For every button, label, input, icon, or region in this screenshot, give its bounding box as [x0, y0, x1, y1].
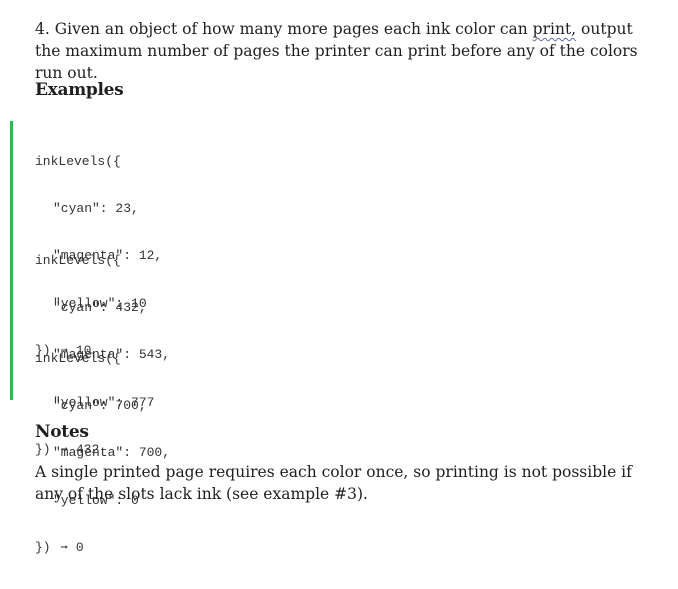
problem-number: 4.: [35, 20, 50, 38]
code-line: "cyan": 23,: [53, 200, 139, 216]
spellcheck-word: print,: [532, 20, 577, 38]
problem-statement: 4. Given an object of how many more page…: [35, 18, 655, 84]
examples-code-block: inkLevels({ "cyan": 23, "magenta": 12, "…: [10, 121, 413, 555]
code-open: inkLevels({: [35, 252, 121, 268]
code-open: inkLevels({: [35, 350, 121, 366]
code-close-line: }) ➞ 0: [35, 540, 170, 557]
notes-heading: Notes: [35, 422, 89, 442]
code-line: "magenta": 700,: [53, 445, 171, 461]
code-line: "cyan": 700,: [53, 397, 147, 413]
code-open: inkLevels({: [35, 153, 121, 169]
examples-heading: Examples: [35, 80, 124, 100]
example-result: 0: [75, 540, 84, 556]
problem-text-before: Given an object of how many more pages e…: [54, 20, 528, 38]
code-close: }): [35, 540, 51, 556]
example-3: inkLevels({ "cyan": 700, "magenta": 700,…: [35, 319, 170, 589]
code-line: "cyan": 432,: [53, 299, 147, 315]
arrow-icon: ➞: [60, 541, 68, 556]
notes-text: A single printed page requires each colo…: [35, 463, 632, 503]
